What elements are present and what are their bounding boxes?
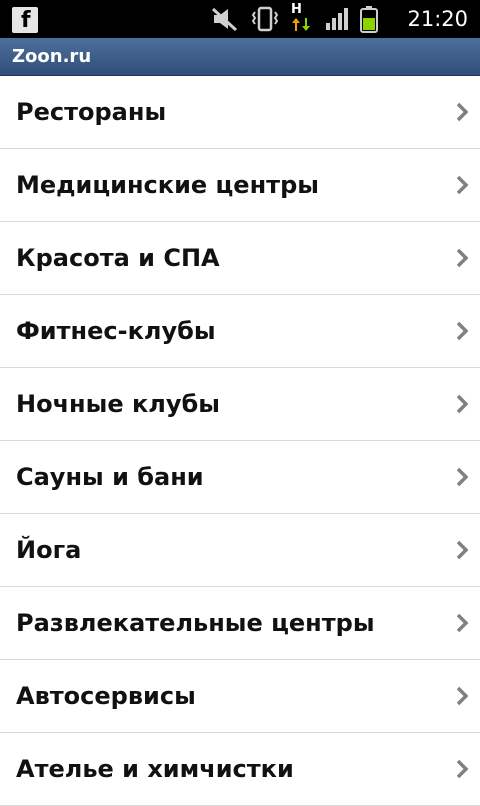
app-title-bar: Zoon.ru [0,38,480,76]
list-item-label: Красота и СПА [16,244,220,272]
list-item-label: Автосервисы [16,682,196,710]
signal-icon [326,8,348,30]
list-item[interactable]: Автосервисы [0,660,480,733]
list-item[interactable]: Медицинские центры [0,149,480,222]
chevron-right-icon [456,248,468,268]
list-item-label: Фитнес-клубы [16,317,216,345]
list-item[interactable]: Сауны и бани [0,441,480,514]
category-list: Рестораны Медицинские центры Красота и С… [0,76,480,806]
clock: 21:20 [407,7,468,31]
list-item-label: Рестораны [16,98,167,126]
list-item[interactable]: Ателье и химчистки [0,733,480,806]
battery-icon [360,6,378,33]
list-item-label: Ночные клубы [16,390,220,418]
app-title: Zoon.ru [12,46,92,67]
chevron-right-icon [456,759,468,779]
status-bar: f H 21:20 [0,0,480,38]
chevron-right-icon [456,175,468,195]
list-item[interactable]: Рестораны [0,76,480,149]
status-icons: H [210,2,378,33]
list-item-label: Развлекательные центры [16,609,375,637]
list-item[interactable]: Ночные клубы [0,368,480,441]
list-item[interactable]: Развлекательные центры [0,587,480,660]
chevron-right-icon [456,321,468,341]
list-item-label: Ателье и химчистки [16,755,294,783]
chevron-right-icon [456,613,468,633]
facebook-icon: f [12,7,38,33]
list-item-label: Медицинские центры [16,171,319,199]
vibrate-icon [251,6,279,32]
network-arrows-icon: H [290,2,314,33]
network-type: H [291,2,302,17]
list-item-label: Сауны и бани [16,463,204,491]
list-item-label: Йога [16,536,82,564]
chevron-right-icon [456,102,468,122]
list-item[interactable]: Красота и СПА [0,222,480,295]
list-item[interactable]: Йога [0,514,480,587]
mute-icon [211,7,238,32]
list-item[interactable]: Фитнес-клубы [0,295,480,368]
chevron-right-icon [456,686,468,706]
chevron-right-icon [456,467,468,487]
chevron-right-icon [456,540,468,560]
chevron-right-icon [456,394,468,414]
